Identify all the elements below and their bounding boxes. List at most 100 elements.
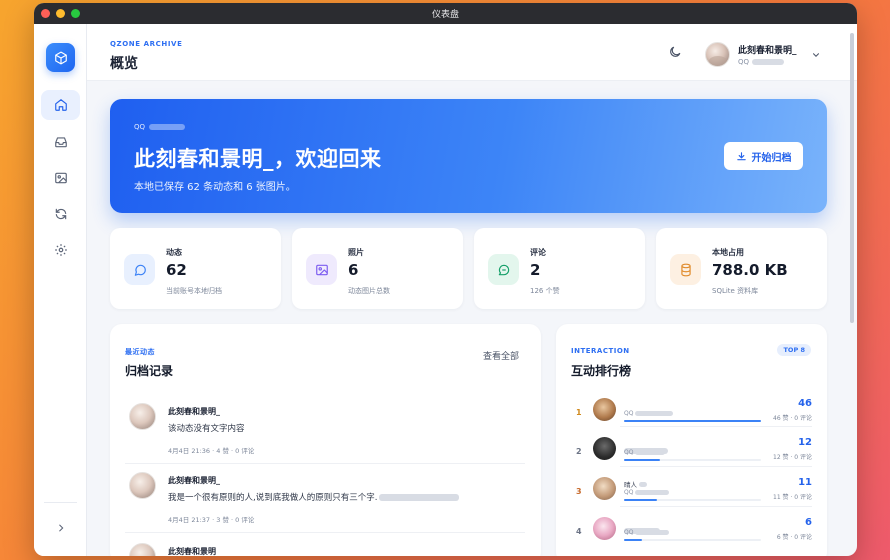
avatar xyxy=(593,437,616,460)
list-item[interactable]: 此刻春和景明 xyxy=(125,543,525,556)
rank-score: 12 xyxy=(798,437,812,448)
divider xyxy=(620,426,812,427)
rank-detail: 11 赞 · 0 评论 xyxy=(773,494,812,501)
redacted-qq-number xyxy=(635,411,674,416)
avatar xyxy=(593,398,616,421)
view-all-link[interactable]: 查看全部 xyxy=(483,349,519,362)
sidebar-item-home[interactable] xyxy=(41,90,80,120)
page-header: QZONE ARCHIVE 概览 此刻春和景明_ QQ xyxy=(87,24,857,81)
rank-detail: 12 赞 · 0 评论 xyxy=(773,454,812,461)
moon-icon[interactable] xyxy=(668,45,682,59)
list-item[interactable]: 此刻春和景明_ 该动态没有文字内容 4月4日 21:36 · 4 赞 · 0 评… xyxy=(125,403,525,459)
cube-icon xyxy=(54,51,67,64)
rank-number: 1 xyxy=(576,408,582,417)
sidebar-divider xyxy=(44,502,77,503)
chevron-right-icon xyxy=(58,524,63,531)
rank-progress-track xyxy=(624,499,761,501)
avatar xyxy=(129,403,156,430)
refresh-icon xyxy=(55,208,66,220)
minimize-window-button[interactable] xyxy=(56,9,65,18)
sidebar-item-settings[interactable] xyxy=(41,235,80,265)
panel-eyebrow: 最近动态 xyxy=(125,348,155,356)
database-icon xyxy=(680,263,691,276)
ranking-row[interactable]: 1 QQ 46 46 赞 · 0 评论 xyxy=(571,398,812,436)
rank-detail: 46 赞 · 0 评论 xyxy=(773,415,812,422)
title-bar: 仪表盘 xyxy=(34,3,857,24)
scrollbar[interactable] xyxy=(850,33,854,323)
panel-title: 互动排行榜 xyxy=(571,364,632,378)
redacted-qq-number xyxy=(752,59,785,65)
rank-progress-bar xyxy=(624,420,761,422)
stat-card-comments: 评论 2 126 个赞 xyxy=(474,228,645,309)
redacted-qq-number xyxy=(635,530,670,535)
avatar xyxy=(705,42,730,67)
app-window: 仪表盘 QZONE ARCHIVE 概览 此刻春和景明_ QQ QQ 此刻春和景… xyxy=(34,3,857,556)
stat-card-photos: 照片 6 动态图片总数 xyxy=(292,228,463,309)
stat-card-storage: 本地占用 788.0 KB SQLite 资料库 xyxy=(656,228,827,309)
stat-value: 788.0 KB xyxy=(712,261,788,279)
rank-score: 11 xyxy=(798,477,812,488)
stat-desc: 126 个赞 xyxy=(530,287,560,295)
rank-number: 2 xyxy=(576,447,582,456)
post-author: 此刻春和景明_ xyxy=(168,407,220,416)
post-meta: 4月4日 21:36 · 4 赞 · 0 评论 xyxy=(168,447,255,455)
start-archive-button[interactable]: 开始归档 xyxy=(724,142,803,170)
ranking-row[interactable]: 2 QQ 12 12 赞 · 0 评论 xyxy=(571,437,812,475)
user-menu[interactable]: 此刻春和景明_ QQ xyxy=(705,42,821,67)
divider xyxy=(125,532,525,533)
rank-qq-label: QQ xyxy=(624,529,634,536)
welcome-title: 此刻春和景明_，欢迎回来 xyxy=(134,147,382,171)
redacted-text xyxy=(379,493,460,501)
rank-progress-track xyxy=(624,420,761,422)
divider xyxy=(125,463,525,464)
stat-card-posts: 动态 62 当前账号本地归档 xyxy=(110,228,281,309)
app-logo[interactable] xyxy=(46,43,75,72)
stat-label: 照片 xyxy=(348,248,364,257)
sidebar xyxy=(34,24,87,556)
window-title: 仪表盘 xyxy=(431,10,459,20)
rank-progress-bar xyxy=(624,459,660,461)
divider xyxy=(620,466,812,467)
recent-posts-panel: 最近动态 归档记录 查看全部 此刻春和景明_ 该动态没有文字内容 4月4日 21… xyxy=(110,324,541,556)
hero-qq-label: QQ xyxy=(134,123,146,131)
window-controls xyxy=(41,9,80,18)
stat-label: 本地占用 xyxy=(712,248,744,257)
rank-score: 46 xyxy=(798,398,812,409)
gear-icon xyxy=(54,244,67,256)
sidebar-item-sync[interactable] xyxy=(41,199,80,229)
sidebar-item-posts[interactable] xyxy=(41,127,80,157)
post-text: 该动态没有文字内容 xyxy=(168,424,245,434)
stat-label: 动态 xyxy=(166,248,182,257)
rank-progress-track xyxy=(624,539,761,541)
ranking-row[interactable]: 4 QQ 6 6 赞 · 0 评论 xyxy=(571,517,812,555)
welcome-banner: QQ 此刻春和景明_，欢迎回来 本地已保存 62 条动态和 6 张图片。 开始归… xyxy=(110,99,827,213)
divider xyxy=(620,506,812,507)
stat-desc: SQLite 资料库 xyxy=(712,287,759,295)
avatar xyxy=(593,517,616,540)
maximize-window-button[interactable] xyxy=(71,9,80,18)
stat-icon-box xyxy=(124,254,155,285)
redacted-qq-number xyxy=(635,450,666,455)
list-item[interactable]: 此刻春和景明_ 我是一个很有原则的人,说到底我做人的原则只有三个字. 4月4日 … xyxy=(125,472,525,528)
image-icon xyxy=(54,172,67,184)
rank-progress-bar xyxy=(624,539,642,541)
chevron-down-icon xyxy=(812,52,819,57)
post-text-row: 我是一个很有原则的人,说到底我做人的原则只有三个字. xyxy=(168,491,460,503)
stat-label: 评论 xyxy=(530,248,546,257)
home-icon xyxy=(54,99,67,111)
page-title: 概览 xyxy=(110,56,138,72)
close-window-button[interactable] xyxy=(41,9,50,18)
expand-sidebar-button[interactable] xyxy=(53,520,68,535)
avatar xyxy=(129,543,156,556)
panel-eyebrow: INTERACTION xyxy=(571,347,630,355)
post-text: 我是一个很有原则的人,说到底我做人的原则只有三个字. xyxy=(168,493,378,503)
post-author: 此刻春和景明 xyxy=(168,547,216,556)
post-author: 此刻春和景明_ xyxy=(168,476,220,485)
rank-name-row: 晴人 xyxy=(624,479,647,489)
stat-desc: 动态图片总数 xyxy=(348,287,390,295)
rank-score: 6 xyxy=(805,517,812,528)
sidebar-item-photos[interactable] xyxy=(41,163,80,193)
comment-icon xyxy=(498,264,509,275)
ranking-row[interactable]: 3 晴人 QQ 11 11 赞 · 0 评论 xyxy=(571,477,812,515)
avatar xyxy=(129,472,156,499)
